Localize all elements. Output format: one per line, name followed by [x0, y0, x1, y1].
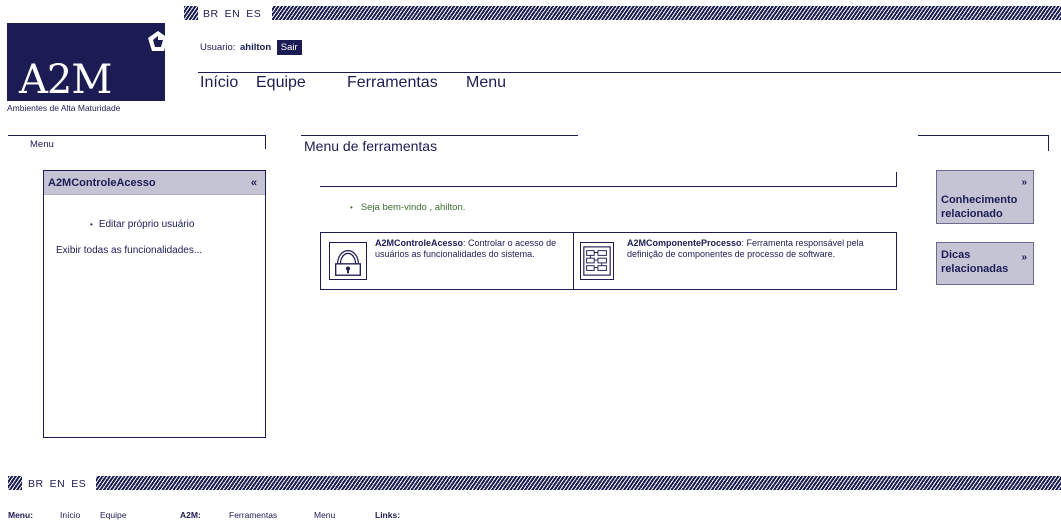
lang-br-link[interactable]: BR: [28, 478, 44, 490]
center-inner-tick: [896, 172, 897, 187]
logo-text: A2M: [19, 57, 112, 103]
expand-arrow-icon: »: [1021, 177, 1027, 188]
left-panel-title: A2MControleAcesso: [48, 177, 156, 189]
left-menu-panel: A2MControleAcesso « Editar próprio usuár…: [43, 170, 266, 438]
a2m-logo[interactable]: A2M: [7, 23, 168, 103]
related-knowledge-label: Conhecimento relacionado: [941, 194, 1018, 220]
logout-button[interactable]: Sair: [276, 40, 302, 55]
center-section-title: Menu de ferramentas: [304, 138, 438, 154]
welcome-message: Seja bem-vindo , ahilton.: [350, 202, 466, 213]
process-components-icon: [580, 242, 614, 280]
language-selector-footer: BR EN ES: [28, 478, 92, 490]
footer-stripe-left: [8, 476, 22, 490]
lang-en-link[interactable]: EN: [50, 478, 66, 490]
footer-menu-label: Menu:: [8, 510, 34, 520]
lang-es-link[interactable]: ES: [71, 478, 86, 490]
right-section-rule: [918, 135, 1049, 136]
user-name: ahilton: [240, 42, 272, 53]
footer-link-inicio[interactable]: Início: [60, 510, 80, 520]
left-section-tick: [265, 135, 266, 149]
tool-card-controle-acesso[interactable]: A2MControleAcesso: Controlar o acesso de…: [321, 233, 574, 289]
tool-desc-componente-processo: A2MComponenteProcesso: Ferramenta respon…: [627, 238, 864, 259]
lang-br-link[interactable]: BR: [203, 8, 219, 20]
nav-equipe[interactable]: Equipe: [256, 74, 306, 92]
footer-link-menu[interactable]: Menu: [314, 510, 335, 520]
related-tips-button[interactable]: » Dicas relacionadas: [936, 242, 1034, 285]
footer-link-ferramentas[interactable]: Ferramentas: [229, 510, 277, 520]
nav-inicio[interactable]: Início: [200, 74, 238, 92]
footer-a2m-label: A2M:: [180, 510, 201, 520]
left-section-title: Menu: [30, 139, 54, 150]
lock-icon: [329, 242, 367, 280]
collapse-button[interactable]: «: [251, 177, 257, 189]
show-all-functions-link[interactable]: Exibir todas as funcionalidades...: [56, 245, 202, 256]
footer-links-label: Links:: [375, 510, 401, 520]
tool-card-componente-processo[interactable]: A2MComponenteProcesso: Ferramenta respon…: [574, 233, 896, 289]
nav-ferramentas[interactable]: Ferramentas: [347, 74, 438, 92]
user-label: Usuario:: [200, 42, 236, 53]
header-stripe-right: [272, 6, 1061, 20]
header-stripe-left: [184, 6, 198, 20]
menu-item-editar-usuario[interactable]: Editar próprio usuário: [90, 219, 195, 230]
lang-en-link[interactable]: EN: [225, 8, 241, 20]
footer-link-equipe[interactable]: Equipe: [100, 510, 126, 520]
logo-tagline: Ambientes de Alta Maturidade: [7, 103, 121, 113]
language-selector-top: BR EN ES: [203, 8, 267, 20]
logo-emblem-icon: [148, 31, 168, 51]
related-knowledge-button[interactable]: » Conhecimento relacionado: [936, 170, 1034, 224]
right-section-tick: [1048, 135, 1049, 151]
tool-name-componente-processo[interactable]: A2MComponenteProcesso: [627, 238, 742, 248]
tool-desc-controle-acesso: A2MControleAcesso: Controlar o acesso de…: [375, 238, 557, 259]
header-divider: [198, 72, 1061, 73]
nav-menu[interactable]: Menu: [466, 74, 506, 92]
lang-es-link[interactable]: ES: [246, 8, 261, 20]
center-section-rule: [301, 135, 578, 136]
tools-table: A2MControleAcesso: Controlar o acesso de…: [320, 232, 897, 290]
center-inner-rule: [320, 186, 897, 187]
related-tips-label: Dicas relacionadas: [941, 249, 1009, 275]
left-section-rule: [8, 135, 266, 136]
tool-name-controle-acesso[interactable]: A2MControleAcesso: [375, 238, 463, 248]
left-panel-header: A2MControleAcesso «: [44, 171, 265, 195]
footer-stripe-right: [96, 476, 1061, 490]
user-info: Usuario: ahilton Sair: [200, 40, 302, 55]
